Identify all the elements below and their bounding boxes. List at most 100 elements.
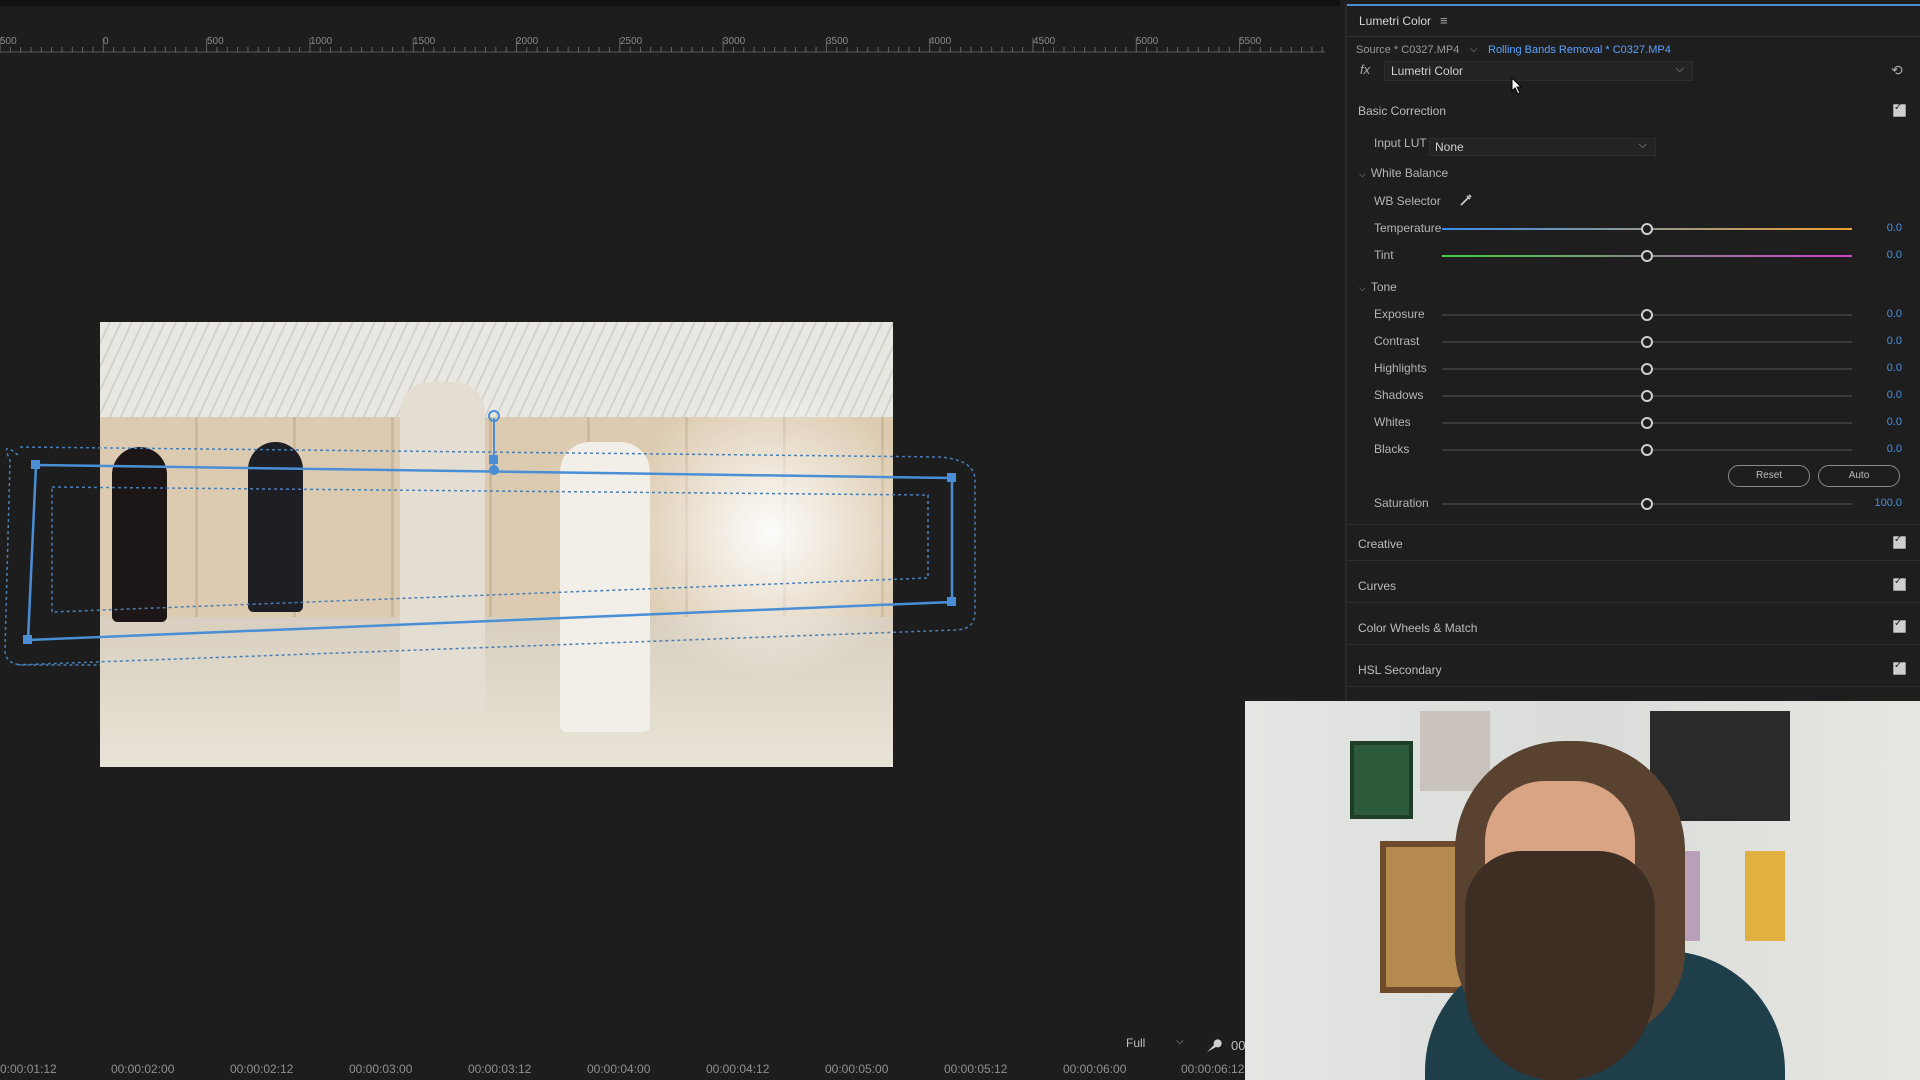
divider [1347, 524, 1920, 525]
tint-label: Tint [1374, 248, 1394, 262]
top-strip [0, 0, 1340, 6]
tone-header[interactable]: ⌵ Tone [1359, 280, 1397, 294]
ruler-label: 500 [0, 36, 17, 47]
exposure-value[interactable]: 0.0 [1887, 308, 1902, 320]
saturation-value[interactable]: 100.0 [1874, 497, 1902, 509]
hsl-secondary-section-header[interactable]: HSL Secondary [1347, 657, 1920, 683]
timecode-label: 00:00:02:12 [230, 1062, 294, 1076]
ruler-label: 1500 [413, 36, 436, 47]
temperature-value[interactable]: 0.0 [1887, 222, 1902, 234]
saturation-label: Saturation [1374, 496, 1429, 510]
blacks-value[interactable]: 0.0 [1887, 443, 1902, 455]
effect-select[interactable]: Lumetri Color ⌵ [1384, 61, 1693, 81]
bride-figure [560, 442, 650, 732]
tint-slider-knob[interactable] [1641, 250, 1653, 262]
timeline-timecodes: 0:00:01:12 00:00:02:00 00:00:02:12 00:00… [0, 1058, 1250, 1080]
section-enable-checkbox[interactable] [1893, 576, 1906, 591]
chevron-down-icon: ⌵ [1359, 169, 1366, 179]
presenter-beard [1465, 851, 1655, 1080]
section-enable-checkbox[interactable] [1893, 534, 1906, 549]
wrench-icon[interactable] [1204, 1037, 1222, 1055]
section-title: Curves [1358, 579, 1397, 593]
effect-select-value: Lumetri Color [1391, 64, 1464, 78]
tone-reset-button[interactable]: Reset [1728, 465, 1810, 487]
timecode-label: 00:00:03:00 [349, 1062, 413, 1076]
timecode-label: 00:00:03:12 [468, 1062, 532, 1076]
curves-section-header[interactable]: Curves [1347, 573, 1920, 599]
tone-auto-button[interactable]: Auto [1818, 465, 1900, 487]
shadows-label: Shadows [1374, 388, 1424, 402]
contrast-value[interactable]: 0.0 [1887, 335, 1902, 347]
exposure-slider-knob[interactable] [1641, 309, 1653, 321]
basic-correction-header[interactable]: Basic Correction [1347, 100, 1920, 120]
blacks-slider-knob[interactable] [1641, 444, 1653, 456]
panel-header: Lumetri Color ≡ [1347, 4, 1920, 37]
ruler-label: 2500 [620, 36, 643, 47]
highlights-slider-knob[interactable] [1641, 363, 1653, 375]
hamburger-icon[interactable]: ≡ [1440, 13, 1448, 28]
chevron-down-icon[interactable]: ⌵ [1470, 44, 1478, 55]
white-balance-title: White Balance [1370, 166, 1449, 180]
white-balance-header[interactable]: ⌵ White Balance [1359, 166, 1448, 180]
chevron-down-icon: ⌵ [1359, 283, 1366, 293]
panel-title[interactable]: Lumetri Color [1359, 14, 1431, 28]
input-lut-label: Input LUT [1374, 136, 1427, 150]
color-wheels-section-header[interactable]: Color Wheels & Match [1347, 615, 1920, 641]
ruler-label: 500 [207, 36, 224, 47]
reset-effect-icon[interactable]: ⟲ [1891, 62, 1903, 79]
timecode-label: 0:00:01:12 [0, 1062, 57, 1076]
wall-poster [1745, 851, 1785, 941]
guest-figure [248, 442, 303, 612]
corner-handle[interactable] [31, 460, 40, 469]
source-label[interactable]: Source * C0327.MP4 [1356, 44, 1459, 56]
wall-frame [1350, 741, 1413, 819]
section-enable-checkbox[interactable] [1893, 618, 1906, 633]
whites-slider-knob[interactable] [1641, 417, 1653, 429]
clip-link[interactable]: Rolling Bands Removal * C0327.MP4 [1488, 44, 1671, 56]
whites-value[interactable]: 0.0 [1887, 416, 1902, 428]
eyedropper-icon[interactable] [1458, 192, 1474, 208]
chevron-down-icon: ⌵ [1176, 1036, 1184, 1047]
fx-icon[interactable]: fx [1360, 62, 1370, 77]
ruler-ticks [0, 38, 1325, 53]
temperature-slider-knob[interactable] [1641, 223, 1653, 235]
tint-value[interactable]: 0.0 [1887, 249, 1902, 261]
zoom-level-value: Full [1126, 1036, 1146, 1050]
section-title: HSL Secondary [1358, 663, 1442, 677]
divider [1347, 644, 1920, 645]
temperature-label: Temperature [1374, 221, 1442, 235]
timecode-label: 00:00:02:00 [111, 1062, 175, 1076]
wall-poster [1420, 711, 1490, 791]
divider [1347, 686, 1920, 687]
guest-figure [112, 447, 167, 622]
ruler-label: 4000 [929, 36, 952, 47]
timecode-label: 00:00:05:12 [944, 1062, 1008, 1076]
zoom-level-select[interactable]: Full ⌵ [1126, 1036, 1190, 1056]
input-lut-value: None [1435, 140, 1464, 154]
current-timecode[interactable]: 00 [1231, 1038, 1245, 1053]
shadows-value[interactable]: 0.0 [1887, 389, 1902, 401]
timecode-label: 00:00:05:00 [825, 1062, 889, 1076]
ruler-label: 0 [103, 36, 109, 47]
corner-handle[interactable] [947, 473, 956, 482]
program-monitor-frame[interactable] [100, 322, 893, 767]
section-enable-checkbox[interactable] [1893, 102, 1906, 117]
input-lut-select[interactable]: None ⌵ [1429, 138, 1656, 156]
corner-handle[interactable] [947, 597, 956, 606]
saturation-slider-knob[interactable] [1641, 498, 1653, 510]
creative-section-header[interactable]: Creative [1347, 531, 1920, 557]
ruler-label: 5000 [1136, 36, 1159, 47]
timecode-label: 00:00:04:00 [587, 1062, 651, 1076]
ruler-label: 4500 [1033, 36, 1056, 47]
chevron-down-icon: ⌵ [1675, 63, 1684, 75]
contrast-slider-knob[interactable] [1641, 336, 1653, 348]
groom-figure [400, 382, 485, 712]
ruler: 500 0 500 1000 1500 2000 2500 3000 3500 … [0, 30, 1325, 56]
corner-handle[interactable] [23, 635, 32, 644]
shadows-slider-knob[interactable] [1641, 390, 1653, 402]
timecode-label: 00:00:06:00 [1063, 1062, 1127, 1076]
timecode-label: 00:00:06:12 [1181, 1062, 1245, 1076]
section-enable-checkbox[interactable] [1893, 660, 1906, 675]
webcam-overlay [1245, 701, 1920, 1080]
highlights-value[interactable]: 0.0 [1887, 362, 1902, 374]
